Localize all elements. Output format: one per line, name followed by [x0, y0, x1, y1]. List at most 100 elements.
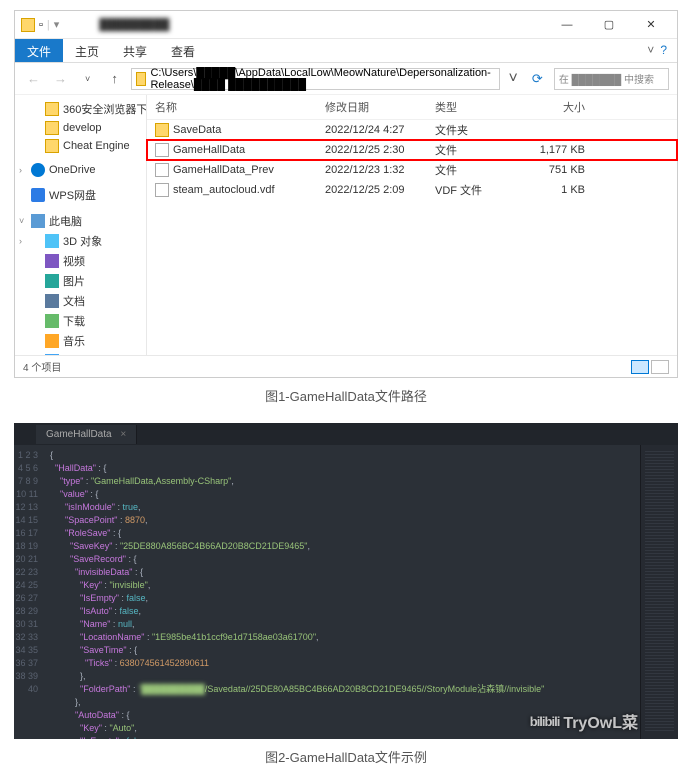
- ribbon-tabs: 文件 主页 共享 查看 ˅ ?: [15, 39, 677, 63]
- qat-divider-icon: |: [47, 19, 50, 31]
- sidebar-item-develop[interactable]: develop: [15, 119, 146, 137]
- tab-share[interactable]: 共享: [111, 39, 159, 62]
- address-dropdown-icon[interactable]: ˅: [506, 70, 521, 88]
- sidebar-item-3d[interactable]: ›3D 对象: [15, 231, 146, 251]
- file-row[interactable]: steam_autocloud.vdf 2022/12/25 2:09VDF 文件…: [147, 180, 677, 200]
- file-type: 文件夹: [435, 122, 515, 138]
- sidebar-item-thispc[interactable]: ˅此电脑: [15, 211, 146, 231]
- nav-forward-button[interactable]: →: [50, 68, 71, 90]
- folder-icon: [45, 102, 59, 116]
- column-type[interactable]: 类型: [435, 99, 515, 115]
- file-row[interactable]: GameHallData2022/12/25 2:30文件1,177 KB: [147, 140, 677, 160]
- status-bar: 4 个项目: [15, 355, 677, 377]
- folder-icon: [136, 72, 146, 86]
- view-details-button[interactable]: [631, 360, 649, 374]
- folder-icon: [155, 123, 169, 137]
- file-name: GameHallData_Prev: [173, 164, 274, 176]
- file-row[interactable]: SaveData2022/12/24 4:27文件夹: [147, 120, 677, 140]
- watermark-text: TryOwL菜: [563, 709, 638, 733]
- column-name[interactable]: 名称: [155, 99, 325, 115]
- pc-icon: [31, 214, 45, 228]
- tab-file[interactable]: 文件: [15, 39, 63, 62]
- editor-tab[interactable]: GameHallData ×: [36, 425, 137, 444]
- onedrive-icon: [31, 163, 45, 177]
- nav-back-button[interactable]: ←: [23, 68, 44, 90]
- column-size[interactable]: 大小: [515, 99, 585, 115]
- search-input[interactable]: 在 ███████ 中搜索: [554, 68, 669, 90]
- file-type: 文件: [435, 162, 515, 178]
- view-icons-button[interactable]: [651, 360, 669, 374]
- 3d-icon: [45, 234, 59, 248]
- column-date[interactable]: 修改日期: [325, 99, 435, 115]
- tab-label: GameHallData: [46, 429, 112, 440]
- picture-icon: [45, 274, 59, 288]
- file-type: VDF 文件: [435, 182, 515, 198]
- minimize-button[interactable]: —: [547, 14, 587, 36]
- figure2-caption: 图2-GameHallData文件示例: [0, 747, 692, 766]
- search-placeholder: 在 ███████ 中搜索: [559, 71, 654, 86]
- tab-close-icon[interactable]: ×: [120, 429, 126, 440]
- minimap[interactable]: [640, 445, 678, 739]
- sidebar-item-video[interactable]: 视频: [15, 251, 146, 271]
- tab-view[interactable]: 查看: [159, 39, 207, 62]
- file-name: steam_autocloud.vdf: [173, 184, 275, 196]
- nav-up-button[interactable]: ↑: [104, 68, 125, 90]
- nav-recent-dropdown[interactable]: ˅: [77, 68, 98, 90]
- file-row[interactable]: GameHallData_Prev 2022/12/23 1:32文件751 KB: [147, 160, 677, 180]
- watermark: bilibili TryOwL菜: [530, 709, 638, 733]
- refresh-button[interactable]: ⟳: [527, 71, 548, 87]
- video-icon: [45, 254, 59, 268]
- file-size: 751 KB: [515, 164, 585, 176]
- window-title: █████████: [59, 19, 547, 31]
- editor-tabbar: GameHallData ×: [14, 423, 678, 445]
- code-area[interactable]: { "HallData" : { "type" : "GameHallData,…: [44, 445, 640, 739]
- desktop-icon: [45, 354, 59, 355]
- address-input[interactable]: C:\Users\█████\AppData\LocalLow\MeowNatu…: [131, 68, 499, 90]
- sidebar-item-desktop[interactable]: 桌面: [15, 351, 146, 355]
- wps-icon: [31, 188, 45, 202]
- code-editor: GameHallData × 1 2 3 4 5 6 7 8 9 10 11 1…: [14, 423, 678, 739]
- chevron-right-icon[interactable]: ›: [19, 165, 22, 175]
- file-size: 1 KB: [515, 184, 585, 196]
- item-count: 4 个项目: [23, 359, 61, 374]
- sidebar-item-download[interactable]: 下载: [15, 311, 146, 331]
- sidebar-item-360[interactable]: 360安全浏览器下载: [15, 99, 146, 119]
- download-icon: [45, 314, 59, 328]
- chevron-down-icon[interactable]: ˅: [19, 216, 24, 226]
- folder-icon: [21, 18, 35, 32]
- tab-home[interactable]: 主页: [63, 39, 111, 62]
- file-icon: [155, 143, 169, 157]
- close-button[interactable]: ✕: [631, 14, 671, 36]
- file-date: 2022/12/24 4:27: [325, 124, 435, 136]
- sidebar-item-wps[interactable]: WPS网盘: [15, 185, 146, 205]
- file-name: GameHallData: [173, 144, 245, 156]
- chevron-right-icon[interactable]: ›: [19, 236, 22, 246]
- watermark-logo: bilibili: [530, 714, 560, 729]
- sidebar-item-music[interactable]: 音乐: [15, 331, 146, 351]
- address-bar: ← → ˅ ↑ C:\Users\█████\AppData\LocalLow\…: [15, 63, 677, 95]
- sidebar-item-onedrive[interactable]: ›OneDrive: [15, 161, 146, 179]
- titlebar: ▫ | ▾ █████████ — ▢ ✕: [15, 11, 677, 39]
- file-explorer-window: ▫ | ▾ █████████ — ▢ ✕ 文件 主页 共享 查看 ˅ ? ← …: [14, 10, 678, 378]
- file-date: 2022/12/25 2:30: [325, 144, 435, 156]
- qat-save-icon[interactable]: ▫: [39, 19, 43, 31]
- music-icon: [45, 334, 59, 348]
- navigation-pane: 360安全浏览器下载 develop Cheat Engine ›OneDriv…: [15, 95, 147, 355]
- sidebar-item-doc[interactable]: 文档: [15, 291, 146, 311]
- column-headers: 名称 修改日期 类型 大小: [147, 95, 677, 120]
- sidebar-item-cheat[interactable]: Cheat Engine: [15, 137, 146, 155]
- line-gutter: 1 2 3 4 5 6 7 8 9 10 11 12 13 14 15 16 1…: [14, 445, 44, 739]
- folder-icon: [45, 121, 59, 135]
- help-icon[interactable]: ?: [660, 43, 667, 58]
- file-type: 文件: [435, 142, 515, 158]
- document-icon: [45, 294, 59, 308]
- file-list: 名称 修改日期 类型 大小 SaveData2022/12/24 4:27文件夹…: [147, 95, 677, 355]
- figure1-caption: 图1-GameHallData文件路径: [0, 386, 692, 405]
- sidebar-item-pic[interactable]: 图片: [15, 271, 146, 291]
- address-path: C:\Users\█████\AppData\LocalLow\MeowNatu…: [150, 67, 494, 91]
- maximize-button[interactable]: ▢: [589, 14, 629, 36]
- ribbon-expand-icon[interactable]: ˅: [647, 43, 654, 58]
- file-date: 2022/12/23 1:32: [325, 164, 435, 176]
- file-date: 2022/12/25 2:09: [325, 184, 435, 196]
- file-icon: [155, 183, 169, 197]
